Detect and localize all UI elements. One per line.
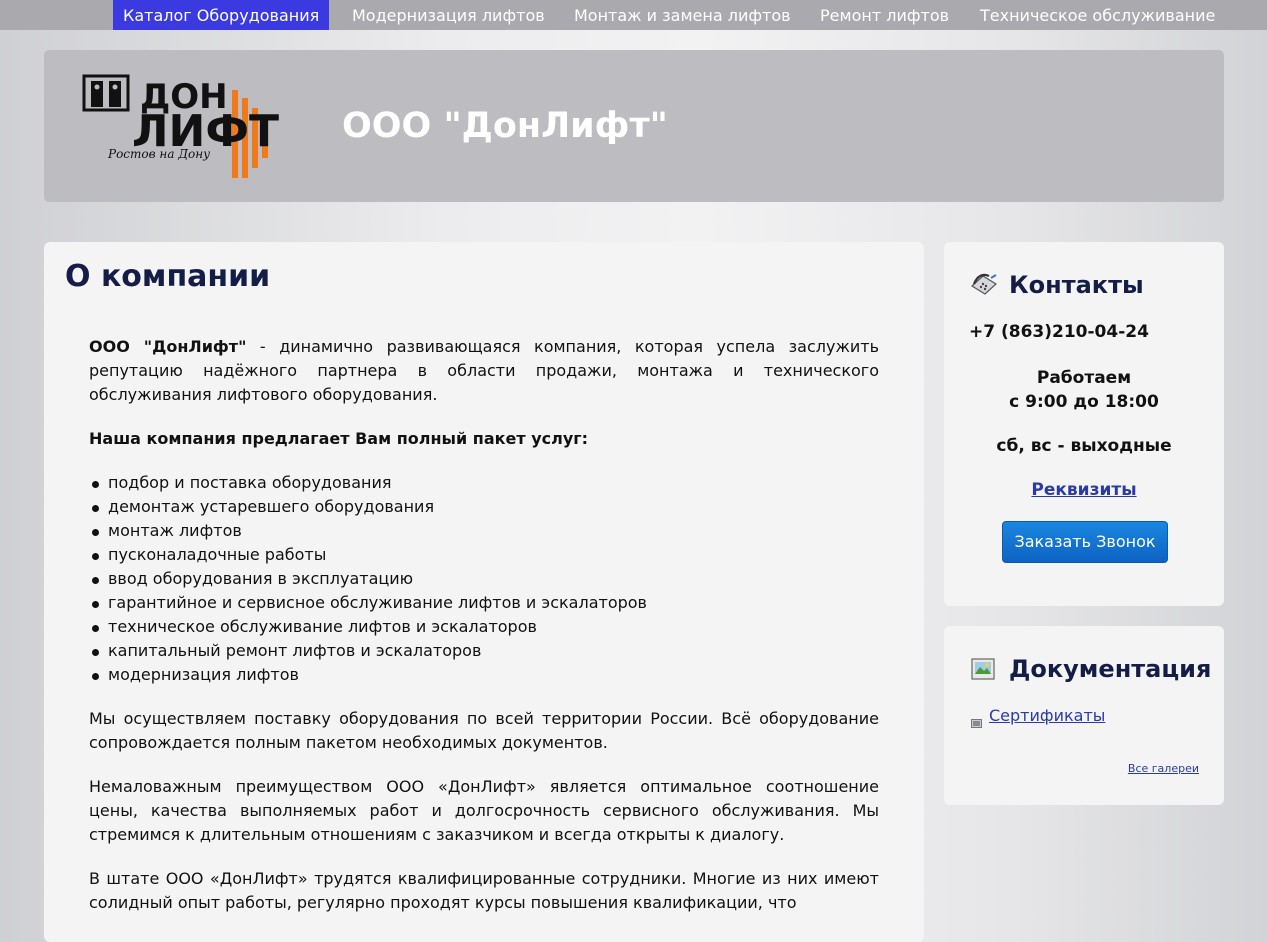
company-logo[interactable]: ДОН ЛИФТ Ростов на Дону bbox=[82, 68, 314, 178]
elevator-doors-icon bbox=[82, 74, 130, 112]
list-item: подбор и поставка оборудования bbox=[89, 471, 879, 495]
list-item: гарантийное и сервисное обслуживание лиф… bbox=[89, 591, 879, 615]
list-item: ввод оборудования в эксплуатацию bbox=[89, 567, 879, 591]
page-title: О компании bbox=[65, 259, 271, 294]
site-header: ДОН ЛИФТ Ростов на Дону ООО "ДонЛифт" bbox=[44, 50, 1224, 202]
gallery-icon bbox=[969, 656, 997, 686]
work-hours-label: Работаем bbox=[1036, 368, 1132, 388]
list-item: капитальный ремонт лифтов и эскалаторов bbox=[89, 639, 879, 663]
staff-paragraph: В штате ООО «ДонЛифт» трудятся квалифици… bbox=[89, 869, 879, 912]
nav-item-modernization[interactable]: Модернизация лифтов bbox=[342, 0, 555, 30]
requisites-link[interactable]: Реквизиты bbox=[944, 478, 1224, 502]
svg-text:Ростов на Дону: Ростов на Дону bbox=[107, 147, 210, 161]
services-heading: Наша компания предлагает Вам полный паке… bbox=[89, 427, 879, 451]
phone-number[interactable]: +7 (863)210-04-24 bbox=[969, 322, 1149, 342]
image-icon bbox=[971, 713, 982, 732]
contacts-title: Контакты bbox=[1009, 271, 1144, 299]
about-section: О компании ООО "ДонЛифт" - динамично раз… bbox=[44, 242, 924, 942]
list-item: модернизация лифтов bbox=[89, 663, 879, 687]
nav-item-catalog[interactable]: Каталог Оборудования bbox=[113, 0, 330, 30]
nav-item-maintenance[interactable]: Техническое обслуживание bbox=[970, 0, 1225, 30]
certificates-link[interactable]: Сертификаты bbox=[989, 706, 1105, 725]
services-heading-text: Наша компания предлагает Вам полный паке… bbox=[89, 429, 589, 448]
phone-icon bbox=[969, 272, 999, 300]
list-item: пусконаладочные работы bbox=[89, 543, 879, 567]
services-list: подбор и поставка оборудования демонтаж … bbox=[89, 471, 879, 687]
list-item: демонтаж устаревшего оборудования bbox=[89, 495, 879, 519]
work-hours: с 9:00 до 18:00 bbox=[1009, 392, 1159, 412]
list-item: техническое обслуживание лифтов и эскала… bbox=[89, 615, 879, 639]
contacts-card: Контакты +7 (863)210-04-24 Работаем с 9:… bbox=[944, 242, 1224, 606]
delivery-paragraph: Мы осуществляем поставку оборудования по… bbox=[89, 709, 879, 752]
all-galleries-link[interactable]: Все галереи bbox=[1128, 762, 1199, 775]
intro-paragraph: ООО "ДонЛифт" - динамично развивающаяся … bbox=[89, 335, 879, 407]
nav-item-repair[interactable]: Ремонт лифтов bbox=[810, 0, 959, 30]
weekend-note: сб, вс - выходные bbox=[996, 436, 1172, 456]
nav-item-installation[interactable]: Монтаж и замена лифтов bbox=[564, 0, 801, 30]
about-content: ООО "ДонЛифт" - динамично развивающаяся … bbox=[89, 335, 879, 935]
intro-company-name: ООО "ДонЛифт" bbox=[89, 337, 247, 356]
order-call-button[interactable]: Заказать Звонок bbox=[1002, 521, 1168, 563]
advantage-paragraph: Немаловажным преимуществом ООО «ДонЛифт»… bbox=[89, 777, 879, 844]
list-item: монтаж лифтов bbox=[89, 519, 879, 543]
documentation-title: Документация bbox=[1009, 655, 1212, 683]
company-title: ООО "ДонЛифт" bbox=[342, 106, 668, 146]
top-navigation: Каталог Оборудования Модернизация лифтов… bbox=[0, 0, 1267, 30]
documentation-card: Документация Сертификаты Все галереи bbox=[944, 626, 1224, 805]
